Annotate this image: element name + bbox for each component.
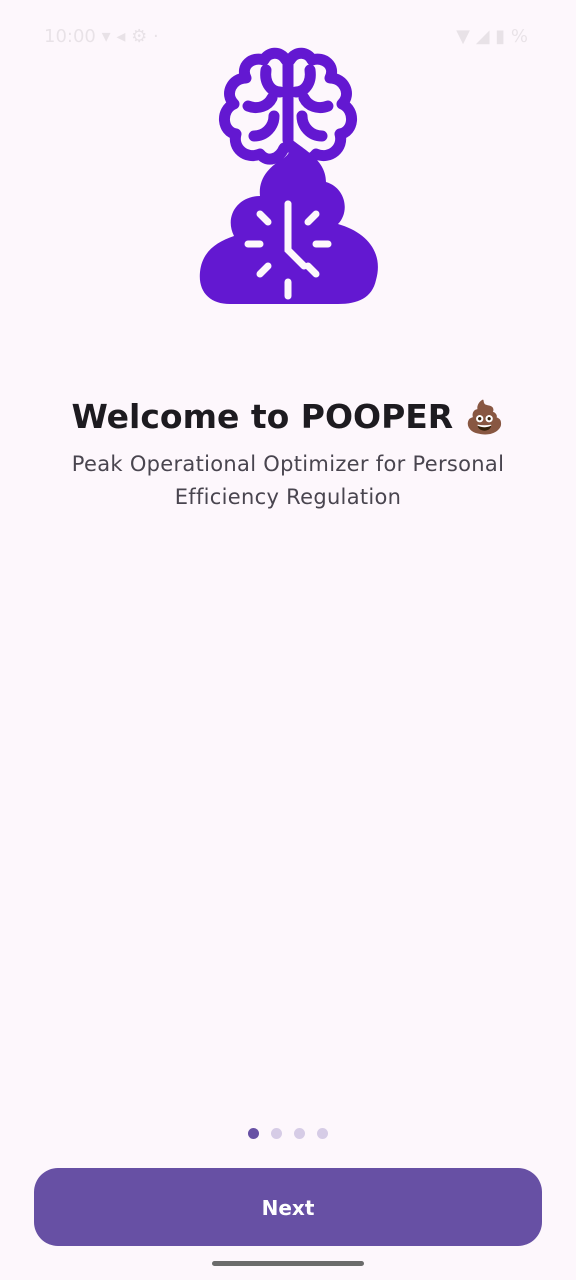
page-dot-2	[271, 1128, 282, 1139]
welcome-title-text: Welcome to POOPER	[71, 397, 454, 436]
page-dot-3	[294, 1128, 305, 1139]
brain-poop-clock-icon	[199, 47, 378, 304]
welcome-title: Welcome to POOPER 💩	[0, 396, 576, 438]
welcome-subtitle: Peak Operational Optimizer for Personal …	[71, 452, 505, 509]
status-bar-left: 10:00 ▾ ◂ ⚙ ·	[44, 26, 159, 47]
poop-emoji-icon: 💩	[464, 398, 505, 436]
next-button[interactable]: Next	[34, 1168, 542, 1246]
page-dot-1	[248, 1128, 259, 1139]
page-dot-4	[317, 1128, 328, 1139]
page-indicator	[0, 1128, 576, 1139]
navigation-gesture-handle[interactable]	[212, 1261, 364, 1266]
status-bar-right: ▼ ◢ ▮ %	[456, 26, 528, 47]
